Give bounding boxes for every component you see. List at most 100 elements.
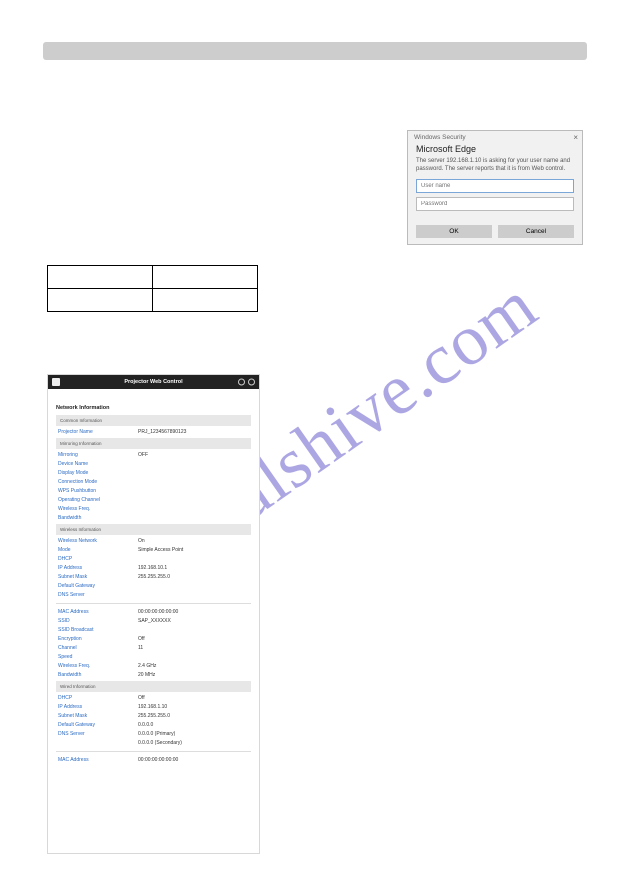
info-row: MAC Address00:00:00:00:00:00 — [58, 757, 251, 763]
gear-icon[interactable] — [248, 379, 255, 386]
label: Subnet Mask — [58, 574, 138, 580]
table-cell — [153, 266, 258, 289]
info-row: SSIDSAP_XXXXXX — [58, 618, 251, 624]
value: 2.4 GHz — [138, 663, 156, 669]
label: Display Mode — [58, 470, 138, 476]
info-row: IP Address192.168.10.1 — [58, 565, 251, 571]
group-wireless: Wireless Information — [56, 524, 251, 535]
table-cell — [48, 289, 153, 312]
label: IP Address — [58, 704, 138, 710]
cancel-button[interactable]: Cancel — [498, 225, 574, 238]
info-row: Bandwidth — [58, 515, 251, 521]
info-row: Subnet Mask255.255.255.0 — [58, 713, 251, 719]
label: SSID — [58, 618, 138, 624]
label: Default Gateway — [58, 583, 138, 589]
label: IP Address — [58, 565, 138, 571]
value: 192.168.10.1 — [138, 565, 167, 571]
label: Encryption — [58, 636, 138, 642]
label: Default Gateway — [58, 722, 138, 728]
value: Simple Access Point — [138, 547, 183, 553]
label: Wireless Freq. — [58, 506, 138, 512]
page-header-bar — [43, 42, 587, 60]
info-row: Wireless Freq. — [58, 506, 251, 512]
username-input[interactable] — [416, 179, 574, 193]
label: Bandwidth — [58, 672, 138, 678]
panel-header: Projector Web Control — [48, 375, 259, 389]
group-wired: Wired Information — [56, 681, 251, 692]
label: MAC Address — [58, 609, 138, 615]
value: 0.0.0.0 (Primary) — [138, 731, 175, 737]
info-row: MirroringOFF — [58, 452, 251, 458]
table-cell — [153, 289, 258, 312]
value: OFF — [138, 452, 148, 458]
info-row: Default Gateway0.0.0.0 — [58, 722, 251, 728]
label: Connection Mode — [58, 479, 138, 485]
value: Off — [138, 636, 145, 642]
value: 192.168.1.10 — [138, 704, 167, 710]
dialog-titlebar: Windows Security × — [408, 131, 582, 143]
info-row: 0.0.0.0 (Secondary) — [58, 740, 251, 746]
divider — [56, 751, 251, 752]
label: DNS Server — [58, 731, 138, 737]
divider — [56, 603, 251, 604]
info-row: Wireless Freq.2.4 GHz — [58, 663, 251, 669]
value: On — [138, 538, 145, 544]
menu-icon[interactable] — [52, 378, 60, 386]
auth-dialog: Windows Security × Microsoft Edge The se… — [407, 130, 583, 245]
table-cell — [48, 266, 153, 289]
label: Mirroring — [58, 452, 138, 458]
row-projector-name: Projector Name PRJ_1234567890123 — [58, 429, 251, 435]
section-title: Network Information — [56, 405, 251, 411]
info-row: EncryptionOff — [58, 636, 251, 642]
credentials-table — [47, 265, 258, 312]
label: Wireless Freq. — [58, 663, 138, 669]
value: 0.0.0.0 — [138, 722, 153, 728]
label: Subnet Mask — [58, 713, 138, 719]
label: DHCP — [58, 695, 138, 701]
info-row: DHCP — [58, 556, 251, 562]
value: PRJ_1234567890123 — [138, 429, 186, 435]
value: Off — [138, 695, 145, 701]
info-row: Speed — [58, 654, 251, 660]
dialog-app-name: Microsoft Edge — [416, 144, 574, 154]
value: 255.255.255.0 — [138, 574, 170, 580]
info-row: Display Mode — [58, 470, 251, 476]
refresh-icon[interactable] — [238, 379, 245, 386]
label: Device Name — [58, 461, 138, 467]
value: 0.0.0.0 (Secondary) — [138, 740, 182, 746]
label: Wireless Network — [58, 538, 138, 544]
value: SAP_XXXXXX — [138, 618, 171, 624]
label: MAC Address — [58, 757, 138, 763]
close-icon[interactable]: × — [573, 133, 578, 142]
info-row: IP Address192.168.1.10 — [58, 704, 251, 710]
info-row: DHCPOff — [58, 695, 251, 701]
group-common: Common Information — [56, 415, 251, 426]
info-row: MAC Address00:00:00:00:00:00 — [58, 609, 251, 615]
label: Speed — [58, 654, 138, 660]
info-row: Subnet Mask255.255.255.0 — [58, 574, 251, 580]
dialog-title: Windows Security — [414, 134, 466, 141]
value: 255.255.255.0 — [138, 713, 170, 719]
info-row: Bandwidth20 MHz — [58, 672, 251, 678]
group-mirroring: Mirroring Information — [56, 438, 251, 449]
label: Channel — [58, 645, 138, 651]
info-row: ModeSimple Access Point — [58, 547, 251, 553]
info-row: DNS Server — [58, 592, 251, 598]
value: 00:00:00:00:00:00 — [138, 609, 178, 615]
value: 00:00:00:00:00:00 — [138, 757, 178, 763]
label: DHCP — [58, 556, 138, 562]
panel-title: Projector Web Control — [124, 379, 182, 385]
label: WPS Pushbutton — [58, 488, 138, 494]
label: Bandwidth — [58, 515, 138, 521]
info-row: DNS Server0.0.0.0 (Primary) — [58, 731, 251, 737]
info-row: Device Name — [58, 461, 251, 467]
ok-button[interactable]: OK — [416, 225, 492, 238]
info-row: SSID Broadcast — [58, 627, 251, 633]
password-input[interactable] — [416, 197, 574, 211]
info-row: Operating Channel — [58, 497, 251, 503]
value: 11 — [138, 645, 143, 651]
info-row: Wireless NetworkOn — [58, 538, 251, 544]
web-control-panel: Projector Web Control Network Informatio… — [47, 374, 260, 854]
info-row: Channel11 — [58, 645, 251, 651]
dialog-message: The server 192.168.1.10 is asking for yo… — [416, 158, 574, 173]
